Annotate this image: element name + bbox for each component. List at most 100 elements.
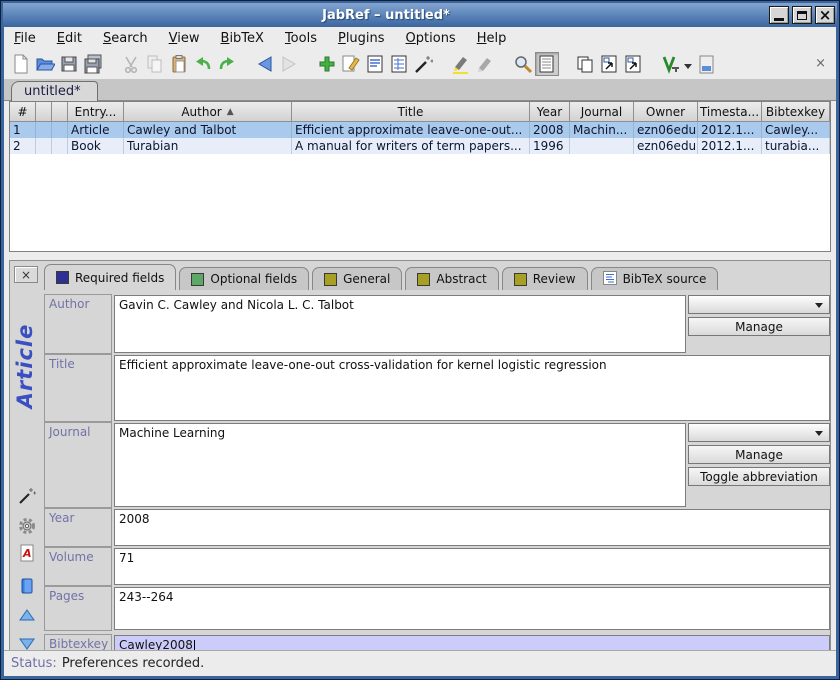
generate-key-icon[interactable] [17, 486, 36, 505]
editor-close-button[interactable]: × [14, 266, 38, 283]
title-bar[interactable]: JabRef – untitled* × [3, 3, 837, 27]
previous-entry-icon[interactable] [17, 606, 36, 625]
sort-ascending-icon: ▲ [227, 107, 234, 117]
author-field[interactable]: Gavin C. Cawley and Nicola L. C. Talbot [114, 295, 686, 353]
tab-review[interactable]: Review [502, 267, 588, 290]
maximize-button[interactable] [792, 6, 812, 24]
column-header-title[interactable]: Title [292, 102, 530, 122]
editor-tab-bar: Required fields Optional fields General … [44, 263, 830, 290]
menu-bibtex[interactable]: BibTeX [221, 31, 264, 46]
column-header-journal[interactable]: Journal [570, 102, 634, 122]
window-title: JabRef – untitled* [3, 8, 769, 23]
status-label: Status: [11, 656, 57, 671]
edit-entry-icon[interactable] [339, 52, 363, 76]
open-office-writer-icon[interactable] [694, 52, 718, 76]
column-header-icon2[interactable] [52, 102, 68, 122]
autoset-gear-icon[interactable] [17, 516, 36, 535]
toggle-abbreviation-button[interactable]: Toggle abbreviation [688, 467, 830, 486]
volume-field[interactable]: 71 [114, 548, 830, 585]
menu-edit[interactable]: Edit [57, 31, 82, 46]
status-bar: Status: Preferences recorded. [4, 650, 836, 676]
column-header-timestamp[interactable]: Timesta... [698, 102, 762, 122]
journal-combobox[interactable] [688, 423, 830, 442]
toolbar-close-icon[interactable]: × [815, 57, 826, 70]
cleanup-entries-icon[interactable] [411, 52, 435, 76]
column-header-bibtexkey[interactable]: Bibtexkey [762, 102, 830, 122]
generate-key-dropdown-icon[interactable] [684, 64, 692, 73]
save-all-icon[interactable] [81, 52, 105, 76]
paste-icon[interactable] [167, 52, 191, 76]
new-database-icon[interactable] [9, 52, 33, 76]
horizontal-splitter[interactable] [4, 252, 836, 260]
entry-editor: × Required fields Optional fields Genera… [9, 260, 831, 652]
minimize-icon [774, 18, 784, 21]
column-header-year[interactable]: Year [530, 102, 570, 122]
review-icon [514, 273, 527, 286]
menu-file[interactable]: File [14, 31, 36, 46]
optional-fields-icon [191, 273, 204, 286]
file-link-icon[interactable] [17, 576, 36, 595]
pages-label: Pages [44, 586, 112, 631]
journal-field[interactable]: Machine Learning [114, 423, 686, 507]
general-icon [324, 273, 337, 286]
menu-options[interactable]: Options [406, 31, 456, 46]
author-manage-button[interactable]: Manage [688, 317, 830, 336]
table-row[interactable]: 2 Book Turabian A manual for writers of … [10, 138, 830, 154]
search-icon[interactable] [511, 52, 535, 76]
pages-field[interactable]: 243--264 [114, 587, 830, 630]
file-tab-strip: untitled* [4, 79, 836, 101]
forward-icon[interactable] [277, 52, 301, 76]
minimize-button[interactable] [769, 6, 789, 24]
title-field[interactable]: Efficient approximate leave-one-out cros… [114, 355, 830, 421]
tab-general[interactable]: General [312, 267, 402, 290]
year-field[interactable]: 2008 [114, 509, 830, 546]
status-message: Preferences recorded. [62, 656, 205, 671]
redo-icon[interactable] [215, 52, 239, 76]
table-header-row: # Entry... Author▲ Title Year Journal Ow… [10, 102, 830, 122]
edit-preamble-icon[interactable] [387, 52, 411, 76]
volume-row: Volume 71 [44, 547, 830, 586]
cut-icon[interactable] [119, 52, 143, 76]
new-entry-icon[interactable] [315, 52, 339, 76]
save-database-icon[interactable] [57, 52, 81, 76]
table-row-selected[interactable]: 1 Article Cawley and Talbot Efficient ap… [10, 122, 830, 138]
author-row: Author Gavin C. Cawley and Nicola L. C. … [44, 294, 830, 354]
unmark-entries-icon[interactable] [473, 52, 497, 76]
file-tab-untitled[interactable]: untitled* [11, 81, 98, 101]
title-label: Title [44, 354, 112, 422]
mark-entries-icon[interactable] [449, 52, 473, 76]
menu-tools[interactable]: Tools [285, 31, 317, 46]
tab-bibtex-source[interactable]: BibTeX source [591, 267, 719, 290]
column-header-entrytype[interactable]: Entry... [68, 102, 124, 122]
menu-plugins[interactable]: Plugins [338, 31, 385, 46]
author-names-combobox[interactable] [688, 295, 830, 314]
journal-row: Journal Machine Learning Manage Toggle a… [44, 422, 830, 508]
jabref-window: JabRef – untitled* × File Edit Search Vi… [0, 0, 840, 680]
back-icon[interactable] [253, 52, 277, 76]
pdf-icon[interactable]: A [17, 543, 36, 562]
undo-icon[interactable] [191, 52, 215, 76]
tab-required-fields[interactable]: Required fields [44, 264, 176, 290]
open-database-icon[interactable] [33, 52, 57, 76]
required-fields-icon [56, 271, 69, 284]
column-header-owner[interactable]: Owner [634, 102, 698, 122]
menu-view[interactable]: View [169, 31, 200, 46]
volume-label: Volume [44, 547, 112, 586]
tab-abstract[interactable]: Abstract [405, 267, 498, 290]
menu-help[interactable]: Help [477, 31, 507, 46]
column-header-author[interactable]: Author▲ [124, 102, 292, 122]
copy-icon[interactable] [143, 52, 167, 76]
close-button[interactable]: × [815, 6, 835, 24]
tab-optional-fields[interactable]: Optional fields [179, 267, 309, 290]
toggle-search-pane-icon[interactable] [535, 52, 559, 76]
column-header-icon1[interactable] [36, 102, 52, 122]
push-to-application-alt-icon[interactable] [621, 52, 645, 76]
year-label: Year [44, 508, 112, 547]
push-to-application-icon[interactable] [597, 52, 621, 76]
menu-search[interactable]: Search [103, 31, 148, 46]
copy-key-icon[interactable] [573, 52, 597, 76]
edit-strings-icon[interactable] [363, 52, 387, 76]
journal-manage-button[interactable]: Manage [688, 445, 830, 464]
generate-bibtex-key-icon[interactable] [659, 52, 683, 76]
column-header-number[interactable]: # [10, 102, 36, 122]
